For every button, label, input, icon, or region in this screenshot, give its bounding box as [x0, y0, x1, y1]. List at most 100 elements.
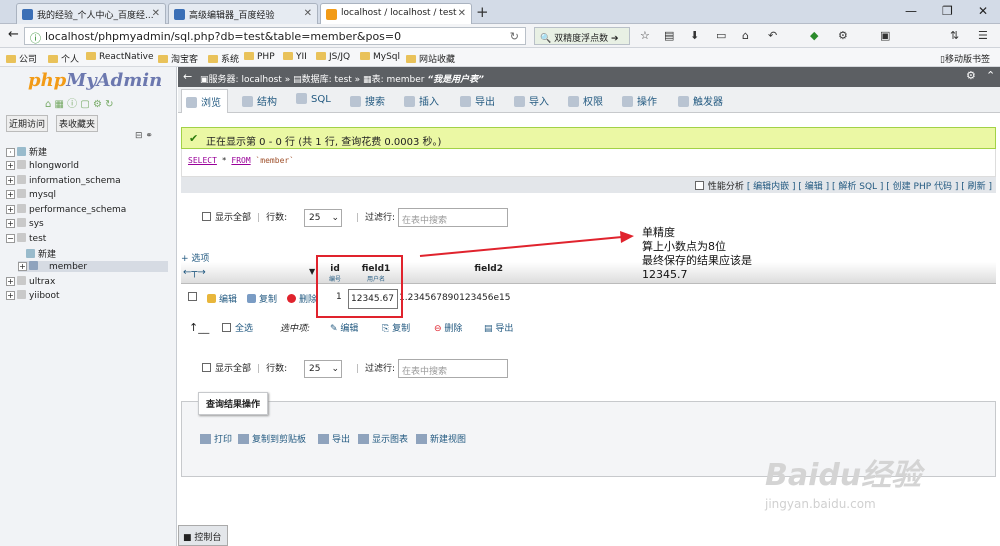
expand-icon[interactable]: +	[6, 161, 15, 170]
tab-export[interactable]: 导出	[460, 93, 495, 108]
browser-tab-3[interactable]: localhost / localhost / test ✕	[320, 3, 472, 25]
profiling-checkbox[interactable]	[694, 181, 704, 190]
tab-triggers[interactable]: 触发器	[678, 93, 723, 108]
check-all-checkbox[interactable]	[222, 323, 231, 332]
tree-table-member[interactable]: + member	[18, 261, 168, 272]
quick-icons[interactable]: ⌂ ▦ ⓘ ▢ ⚙ ↻	[45, 95, 113, 110]
export-button[interactable]: 导出	[318, 432, 350, 445]
browser-tab-1[interactable]: 我的经验_个人中心_百度经... ✕	[16, 3, 166, 24]
search-engine-box[interactable]: 🔍 双精度浮点数 ➔	[534, 27, 630, 45]
gear-icon[interactable]: ⚙	[966, 69, 976, 82]
collapse-icon[interactable]: ⌃	[986, 69, 995, 82]
bookmark-folder[interactable]: 淘宝客	[158, 52, 198, 65]
close-icon[interactable]: ✕	[152, 8, 160, 19]
menu-icon[interactable]: ☰	[978, 29, 988, 42]
new-tab-button[interactable]: +	[476, 3, 489, 21]
bookmark-folder[interactable]: ReactNative	[86, 52, 154, 62]
close-icon[interactable]: ✕	[458, 8, 466, 19]
create-view-button[interactable]: 新建视图	[416, 432, 466, 445]
tab-structure[interactable]: 结构	[242, 93, 277, 108]
tab-privileges[interactable]: 权限	[568, 93, 603, 108]
phpmyadmin-logo[interactable]: phpMyAdmin	[28, 70, 162, 91]
column-header-field2[interactable]: field2	[461, 264, 503, 274]
arrows-icon[interactable]: ←┬→	[183, 267, 206, 278]
tree-db-mysql[interactable]: + mysql	[6, 189, 56, 200]
recent-button[interactable]: 近期访问	[6, 115, 49, 132]
tree-new-table[interactable]: 新建	[26, 247, 56, 260]
check-all[interactable]: 全选	[222, 321, 253, 334]
bulk-export-button[interactable]: ▤ 导出	[484, 321, 513, 334]
tree-db-yiiboot[interactable]: + yiiboot	[6, 290, 60, 301]
expand-icon[interactable]: +	[6, 277, 15, 286]
screenshot-icon[interactable]: ▣	[880, 29, 890, 42]
download-icon[interactable]: ⬇	[690, 29, 699, 42]
bookmarks-icon[interactable]: ▤	[664, 29, 674, 42]
cell-field2[interactable]: 1.234567890123456e15	[399, 293, 510, 303]
collapse-arrow-icon[interactable]: ←	[183, 70, 192, 83]
mobile-bookmarks[interactable]: ▯移动版书签	[940, 52, 990, 65]
browser-tab-2[interactable]: 高级编辑器_百度经验 ✕	[168, 3, 318, 24]
reader-icon[interactable]: ▭	[716, 29, 726, 42]
close-icon[interactable]: ✕	[304, 8, 312, 19]
favorites-button[interactable]: 表收藏夹	[56, 115, 99, 132]
undo-icon[interactable]: ↶	[768, 29, 777, 42]
tab-browse[interactable]: 浏览	[181, 89, 228, 113]
tab-import[interactable]: 导入	[514, 93, 549, 108]
display-chart-button[interactable]: 显示图表	[358, 432, 408, 445]
tab-search[interactable]: 搜索	[350, 93, 385, 108]
filter-input[interactable]: 在表中搜索	[397, 208, 508, 227]
bookmark-folder[interactable]: MySql	[360, 52, 400, 62]
bookmark-folder[interactable]: 个人	[48, 52, 79, 65]
tree-db-test[interactable]: − test	[6, 233, 46, 244]
restore-button[interactable]: ❐	[942, 4, 953, 18]
sql-keyword[interactable]: FROM	[231, 156, 250, 165]
row-edit-link[interactable]: 编辑	[207, 292, 237, 305]
settings-icon[interactable]: ⚙	[838, 29, 848, 42]
tree-db-ultrax[interactable]: + ultrax	[6, 276, 55, 287]
tree-db-sys[interactable]: + sys	[6, 218, 44, 229]
sql-keyword[interactable]: SELECT	[188, 156, 217, 165]
console-button[interactable]: ■ 控制台	[178, 525, 228, 546]
sync-icon[interactable]: ⇅	[950, 29, 959, 42]
star-icon[interactable]: ☆	[640, 29, 650, 42]
print-button[interactable]: 打印	[200, 432, 232, 445]
collapse-icon[interactable]: −	[6, 234, 15, 243]
filter-input[interactable]: 在表中搜索	[397, 359, 508, 378]
expand-icon[interactable]: +	[6, 190, 15, 199]
home-icon[interactable]: ⌂	[742, 29, 749, 42]
expand-icon[interactable]: +	[6, 291, 15, 300]
rows-select[interactable]: 25 ⌄	[303, 359, 342, 378]
minimize-button[interactable]: —	[905, 4, 917, 18]
breadcrumb-server[interactable]: localhost	[241, 75, 281, 85]
expand-icon[interactable]: +	[6, 176, 15, 185]
bookmark-folder[interactable]: 系统	[208, 52, 239, 65]
expand-icon[interactable]: +	[6, 219, 15, 228]
tree-db-hlongworld[interactable]: + hlongworld	[6, 160, 79, 171]
bulk-copy-button[interactable]: ⎘ 复制	[382, 321, 410, 334]
bookmark-folder[interactable]: 网站收藏	[406, 52, 455, 65]
expand-icon[interactable]: +	[6, 205, 15, 214]
show-all-checkbox[interactable]	[202, 363, 211, 372]
row-checkbox[interactable]	[188, 292, 197, 301]
bookmark-folder[interactable]: YII	[283, 52, 307, 62]
breadcrumb-table[interactable]: member	[386, 75, 424, 85]
query-links[interactable]: [ 编辑内嵌 ] [ 编辑 ] [ 解析 SQL ] [ 创建 PHP 代码 ]…	[747, 182, 992, 192]
bulk-edit-button[interactable]: ✎ 编辑	[330, 321, 358, 334]
tree-new-db[interactable]: · 新建	[6, 145, 47, 158]
bookmark-folder[interactable]: PHP	[244, 52, 275, 62]
back-icon[interactable]: ←	[8, 27, 19, 42]
collapse-link-icons[interactable]: ⊟ ⚭	[135, 131, 153, 141]
tab-insert[interactable]: 插入	[404, 93, 439, 108]
tab-operations[interactable]: 操作	[622, 93, 657, 108]
row-delete-link[interactable]: 删除	[287, 292, 317, 305]
show-all-checkbox[interactable]	[202, 212, 211, 221]
tree-db-information-schema[interactable]: + information_schema	[6, 175, 121, 186]
close-window-button[interactable]: ✕	[978, 4, 988, 18]
rows-select[interactable]: 25 ⌄	[303, 208, 342, 227]
row-copy-link[interactable]: 复制	[247, 292, 277, 305]
breadcrumb-db[interactable]: test	[335, 75, 352, 85]
bulk-delete-button[interactable]: ⊖ 删除	[434, 321, 462, 334]
tree-db-performance-schema[interactable]: + performance_schema	[6, 204, 126, 215]
extension-icon[interactable]: ◆	[810, 29, 818, 42]
expand-icon[interactable]: +	[18, 262, 27, 271]
